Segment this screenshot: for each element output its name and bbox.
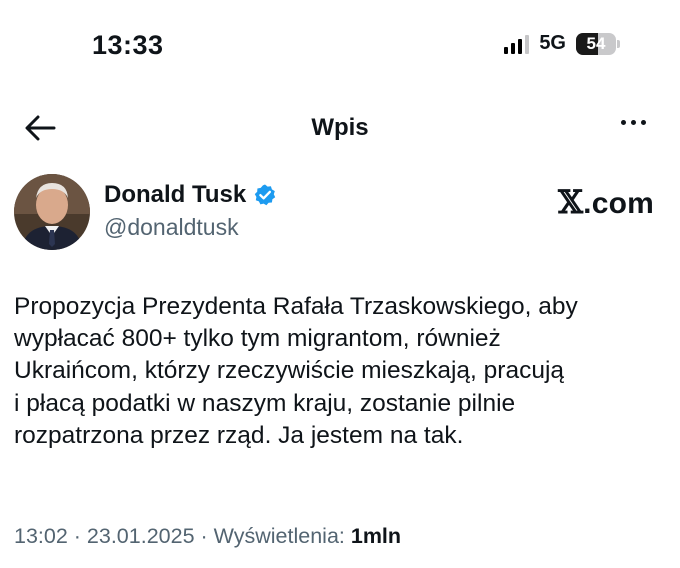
tweet-meta: 13:02 · 23.01.2025 · Wyświetlenia: 1mln xyxy=(14,524,401,549)
x-logo-icon: 𝕏 xyxy=(558,183,584,221)
tweet-line: rozpatrzona przez rząd. Ja jestem na tak… xyxy=(14,421,464,449)
network-type: 5G xyxy=(539,32,566,54)
battery-icon: 54 xyxy=(576,32,620,55)
verified-badge-icon xyxy=(255,184,276,206)
views-label: Wyświetlenia: xyxy=(213,524,351,548)
more-options-button[interactable] xyxy=(621,120,646,125)
tweet-date[interactable]: 23.01.2025 xyxy=(87,524,195,548)
author-handle[interactable]: @donaldtusk xyxy=(104,214,239,241)
watermark-domain: .com xyxy=(583,187,654,220)
author-name: Donald Tusk xyxy=(104,181,247,208)
tweet-line: wypłacać 800+ tylko tym migrantom, równi… xyxy=(14,325,501,353)
avatar[interactable] xyxy=(14,174,90,250)
more-horizontal-icon xyxy=(621,120,626,125)
meta-separator: · xyxy=(67,524,87,548)
author-name-row[interactable]: Donald Tusk xyxy=(104,181,277,209)
x-com-watermark: 𝕏.com xyxy=(558,183,654,221)
tweet-line: Ukraińcom, którzy rzeczywiście mieszkają… xyxy=(14,357,565,385)
status-indicators: 5G 54 xyxy=(504,32,620,55)
tweet-time[interactable]: 13:02 xyxy=(14,524,68,548)
tweet-line: Propozycja Prezydenta Rafała Trzaskowski… xyxy=(14,293,578,320)
views-count[interactable]: 1mln xyxy=(351,524,401,548)
page-title: Wpis xyxy=(311,114,369,141)
meta-separator: · xyxy=(194,524,214,548)
signal-icon xyxy=(504,34,530,54)
status-time: 13:33 xyxy=(92,30,164,60)
battery-level: 54 xyxy=(586,33,606,53)
tweet-line: i płacą podatki w naszym kraju, zostanie… xyxy=(14,389,516,417)
tweet-text: Propozycja Prezydenta Rafała Trzaskowski… xyxy=(14,291,668,452)
